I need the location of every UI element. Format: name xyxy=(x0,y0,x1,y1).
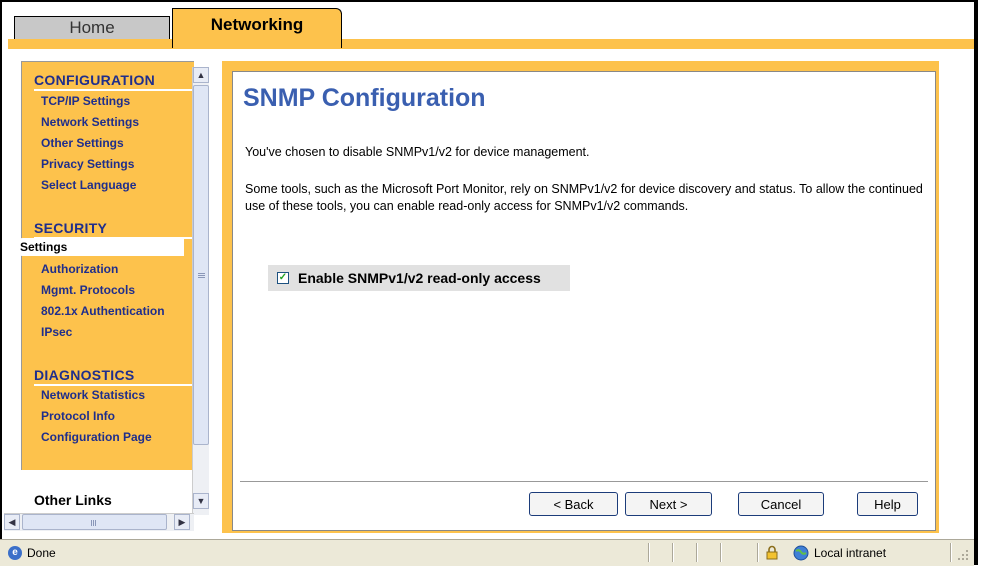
status-separator xyxy=(950,543,951,562)
next-button[interactable]: Next > xyxy=(625,492,712,516)
lock-icon xyxy=(766,545,778,560)
checkmark-icon: ✓ xyxy=(278,272,288,283)
sidebar-nav: CONFIGURATION TCP/IP Settings Network Se… xyxy=(21,61,204,513)
tab-home[interactable]: Home xyxy=(14,16,170,39)
tab-strip: Home Networking xyxy=(8,8,974,48)
sidebar-item-select-language[interactable]: Select Language xyxy=(41,178,136,192)
sidebar-item-settings[interactable]: Settings xyxy=(20,240,67,254)
sidebar-section-diagnostics: DIAGNOSTICS xyxy=(34,367,135,383)
sidebar-item-network-settings[interactable]: Network Settings xyxy=(41,115,139,129)
help-button[interactable]: Help xyxy=(857,492,918,516)
window-frame-left xyxy=(0,0,2,565)
window-frame-top xyxy=(2,0,974,2)
sidebar-item-privacy-settings[interactable]: Privacy Settings xyxy=(41,157,134,171)
tab-networking[interactable]: Networking xyxy=(172,8,342,48)
status-separator xyxy=(672,543,673,562)
back-button[interactable]: < Back xyxy=(529,492,618,516)
sidebar-vertical-scrollbar[interactable]: ▲ ▼ xyxy=(192,67,209,515)
sidebar-item-8021x-authentication[interactable]: 802.1x Authentication xyxy=(41,304,165,318)
status-bar: e Done Local intranet xyxy=(0,539,974,566)
sidebar-horizontal-scrollbar[interactable]: ◀ ▶ xyxy=(4,513,194,531)
chevron-up-icon[interactable]: ▲ xyxy=(193,67,209,83)
section-divider xyxy=(34,384,204,386)
page-title: SNMP Configuration xyxy=(243,84,486,112)
chevron-down-icon[interactable]: ▼ xyxy=(193,493,209,509)
status-separator xyxy=(757,543,758,562)
button-divider xyxy=(240,481,928,482)
status-text: Done xyxy=(27,546,56,560)
snmp-readonly-label[interactable]: Enable SNMPv1/v2 read-only access xyxy=(298,270,541,286)
status-separator xyxy=(648,543,649,562)
intro-text: You've chosen to disable SNMPv1/v2 for d… xyxy=(245,145,590,159)
cancel-button[interactable]: Cancel xyxy=(738,492,824,516)
ie-page-icon: e xyxy=(8,546,22,560)
sidebar-item-mgmt-protocols[interactable]: Mgmt. Protocols xyxy=(41,283,135,297)
sidebar-item-ipsec[interactable]: IPsec xyxy=(41,325,72,339)
security-zone-text: Local intranet xyxy=(814,546,887,560)
scrollbar-thumb[interactable] xyxy=(193,85,209,445)
tab-underline-bar xyxy=(8,39,974,49)
snmp-readonly-checkbox[interactable]: ✓ xyxy=(277,272,289,284)
globe-icon xyxy=(793,545,809,561)
status-separator xyxy=(696,543,697,562)
description-text: Some tools, such as the Microsoft Port M… xyxy=(245,182,923,213)
status-separator xyxy=(720,543,721,562)
sidebar-item-other-settings[interactable]: Other Settings xyxy=(41,136,124,150)
content-panel xyxy=(232,71,936,531)
chevron-left-icon[interactable]: ◀ xyxy=(4,514,20,530)
resize-grip-icon[interactable] xyxy=(956,548,970,562)
sidebar-section-security: SECURITY xyxy=(34,220,108,236)
sidebar-item-configuration-page[interactable]: Configuration Page xyxy=(41,430,152,444)
outer-margin xyxy=(978,0,995,565)
sidebar-item-protocol-info[interactable]: Protocol Info xyxy=(41,409,115,423)
chevron-right-icon[interactable]: ▶ xyxy=(174,514,190,530)
sidebar-item-tcpip-settings[interactable]: TCP/IP Settings xyxy=(41,94,130,108)
section-divider xyxy=(34,89,204,91)
sidebar-section-configuration: CONFIGURATION xyxy=(34,72,156,88)
other-links-label[interactable]: Other Links xyxy=(34,492,112,508)
sidebar-item-authorization[interactable]: Authorization xyxy=(41,262,118,276)
scrollbar-thumb[interactable] xyxy=(22,514,167,530)
sidebar-item-network-statistics[interactable]: Network Statistics xyxy=(41,388,145,402)
